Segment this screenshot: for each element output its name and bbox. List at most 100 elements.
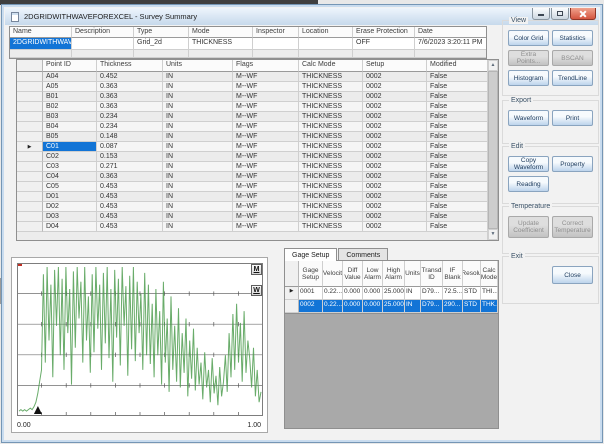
cell[interactable]: IN	[163, 82, 233, 92]
cell[interactable]: 0.000	[363, 300, 383, 313]
column-header[interactable]: Low Alarm	[363, 261, 383, 287]
cell[interactable]: 25.000	[383, 287, 405, 300]
column-header[interactable]: Setup	[363, 60, 427, 72]
cell[interactable]: M--WF	[233, 192, 299, 202]
column-header[interactable]: High Alarm	[383, 261, 405, 287]
cell[interactable]: A04	[43, 72, 97, 82]
cell[interactable]: 0002	[363, 122, 427, 132]
cell[interactable]: 0002	[363, 132, 427, 142]
cell[interactable]: 0001	[299, 287, 323, 300]
cell[interactable]: False	[427, 222, 488, 232]
cell[interactable]: 0002	[363, 162, 427, 172]
cell[interactable]: D04	[43, 222, 97, 232]
cell[interactable]: THICKNESS	[299, 92, 363, 102]
cell[interactable]: 0.363	[97, 92, 163, 102]
new-row-cell[interactable]	[353, 50, 415, 58]
column-header[interactable]: Type	[134, 27, 189, 38]
column-header[interactable]: Modified	[427, 60, 488, 72]
cell[interactable]: M--WF	[233, 222, 299, 232]
cell[interactable]: 0.153	[97, 152, 163, 162]
row-header[interactable]	[17, 82, 43, 92]
reading-button[interactable]: Reading	[508, 176, 549, 192]
histogram-button[interactable]: Histogram	[508, 70, 549, 86]
cell[interactable]: 0002	[363, 202, 427, 212]
column-header[interactable]: Diff Value	[343, 261, 363, 287]
cell[interactable]: 0.22...	[323, 300, 343, 313]
cell[interactable]: THICKNESS	[299, 72, 363, 82]
column-header[interactable]: Units	[405, 261, 421, 287]
column-header[interactable]: Name	[10, 27, 72, 38]
row-header[interactable]	[285, 300, 299, 313]
cell[interactable]: False	[427, 72, 488, 82]
row-header[interactable]	[17, 192, 43, 202]
cell[interactable]: 0.000	[363, 287, 383, 300]
cell[interactable]: 0002	[363, 92, 427, 102]
row-header[interactable]	[17, 172, 43, 182]
cell[interactable]: False	[427, 102, 488, 112]
color-grid-button[interactable]: Color Grid	[508, 30, 549, 46]
cell[interactable]: THICKNESS	[299, 132, 363, 142]
column-header[interactable]: Units	[163, 60, 233, 72]
cell[interactable]: 0.22...	[323, 287, 343, 300]
cell[interactable]: B02	[43, 102, 97, 112]
cell[interactable]: C03	[43, 162, 97, 172]
row-header[interactable]	[17, 202, 43, 212]
cell[interactable]: False	[427, 122, 488, 132]
cell[interactable]: THICKNESS	[299, 152, 363, 162]
cell[interactable]: IN	[405, 287, 421, 300]
cell[interactable]: C02	[43, 152, 97, 162]
column-header[interactable]: Inspector	[253, 27, 299, 38]
column-header[interactable]: Flags	[233, 60, 299, 72]
cell[interactable]: IN	[163, 192, 233, 202]
column-header[interactable]: Description	[72, 27, 134, 38]
cell[interactable]: STD	[463, 287, 481, 300]
new-row-cell[interactable]	[72, 50, 134, 58]
points-grid-scrollbar[interactable]: ▲ ▼	[487, 60, 498, 240]
cell[interactable]: D79...	[421, 287, 443, 300]
row-header[interactable]	[17, 162, 43, 172]
cell[interactable]: False	[427, 162, 488, 172]
cell[interactable]: IN	[163, 92, 233, 102]
cell[interactable]: M--WF	[233, 152, 299, 162]
statistics-button[interactable]: Statistics	[552, 30, 593, 46]
cell[interactable]: 0.453	[97, 212, 163, 222]
cell[interactable]: THICKNESS	[299, 82, 363, 92]
cell[interactable]: 0002	[363, 82, 427, 92]
cell[interactable]: M--WF	[233, 102, 299, 112]
cell[interactable]	[72, 38, 134, 50]
cell[interactable]: False	[427, 192, 488, 202]
scroll-up-icon[interactable]: ▲	[488, 60, 498, 71]
cell[interactable]: 0002	[363, 152, 427, 162]
cell[interactable]: THICKNESS	[299, 102, 363, 112]
cell[interactable]: 0002	[363, 112, 427, 122]
cell[interactable]: 0.363	[97, 172, 163, 182]
column-header[interactable]: Calc Mode	[481, 261, 498, 287]
cell[interactable]: THI...	[481, 287, 498, 300]
cell[interactable]: False	[427, 82, 488, 92]
cell[interactable]: B01	[43, 92, 97, 102]
cell[interactable]: THICKNESS	[299, 222, 363, 232]
cell[interactable]: 72.5...	[443, 287, 463, 300]
cell[interactable]: D03	[43, 212, 97, 222]
row-header[interactable]: ▶	[285, 287, 299, 300]
cell[interactable]: IN	[405, 300, 421, 313]
cell[interactable]: 0.453	[97, 182, 163, 192]
cell[interactable]: IN	[163, 222, 233, 232]
new-row-cell[interactable]	[415, 50, 487, 58]
cell[interactable]: 0002	[363, 192, 427, 202]
cell[interactable]: M--WF	[233, 202, 299, 212]
cell[interactable]: False	[427, 202, 488, 212]
new-row-cell[interactable]	[134, 50, 189, 58]
cell[interactable]: B03	[43, 112, 97, 122]
column-header[interactable]: Date	[415, 27, 487, 38]
cell[interactable]: 0.453	[97, 192, 163, 202]
new-row-cell[interactable]	[299, 50, 353, 58]
tab-gage-setup[interactable]: Gage Setup	[284, 248, 337, 261]
cell[interactable]: THICKNESS	[299, 182, 363, 192]
cell[interactable]: 0002	[363, 102, 427, 112]
cell[interactable]: B04	[43, 122, 97, 132]
cell[interactable]: 0.453	[97, 202, 163, 212]
cell[interactable]: IN	[163, 142, 233, 152]
waveform-w-button[interactable]: W	[251, 285, 262, 296]
property-button[interactable]: Property	[552, 156, 593, 172]
